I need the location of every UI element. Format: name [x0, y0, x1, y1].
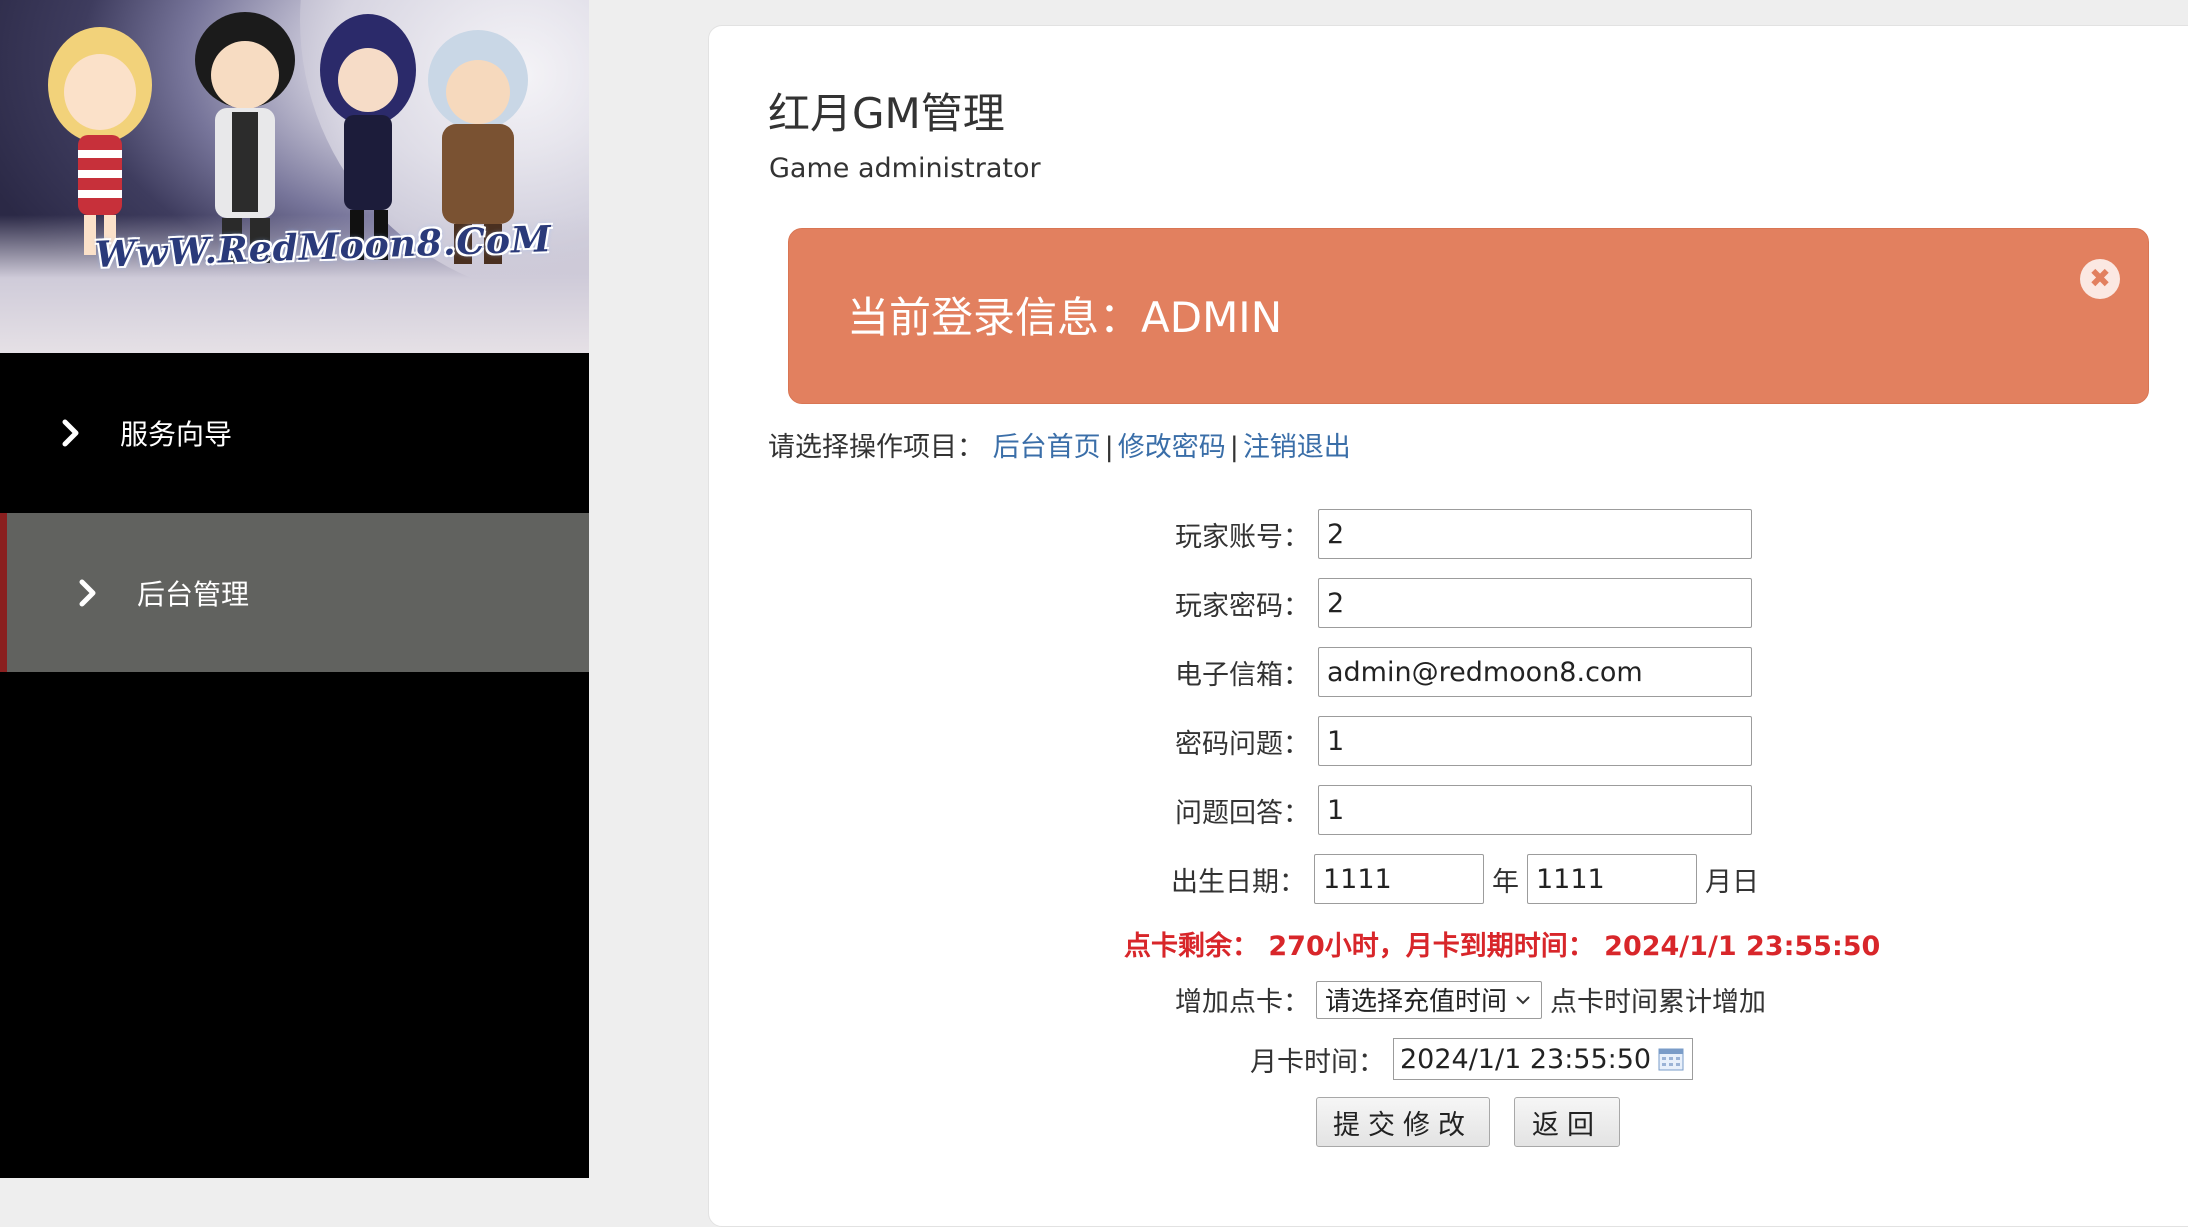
operation-links: 请选择操作项目： 后台首页 | 修改密码 | 注销退出: [768, 425, 1351, 464]
birth-year-input[interactable]: [1314, 854, 1484, 904]
login-info-message: 当前登录信息：ADMIN: [847, 293, 1283, 342]
close-icon[interactable]: ✖: [2080, 259, 2120, 299]
recharge-time-selected: 请选择充值时间: [1325, 987, 1508, 1017]
addcard-label: 增加点卡：: [1175, 987, 1310, 1018]
email-input[interactable]: [1318, 647, 1752, 697]
link-separator: |: [1104, 432, 1114, 463]
button-row: 提交修改 返回: [1316, 1097, 1620, 1147]
answer-row: 问题回答：: [1150, 785, 1752, 835]
account-label: 玩家账号：: [1175, 521, 1310, 553]
sidebar-item-label: 服务向导: [120, 417, 233, 451]
addcard-note: 点卡时间累计增加: [1550, 987, 1766, 1018]
page-subtitle: Game administrator: [769, 153, 1041, 184]
chevron-right-icon: [62, 419, 79, 446]
chevron-right-icon: [79, 579, 96, 606]
question-row: 密码问题：: [1150, 716, 1752, 766]
operation-prefix: 请选择操作项目：: [768, 432, 984, 463]
account-row: 玩家账号：: [1150, 509, 1752, 559]
link-backend-home[interactable]: 后台首页: [993, 432, 1101, 463]
link-logout[interactable]: 注销退出: [1243, 432, 1351, 463]
year-unit-label: 年: [1492, 866, 1519, 898]
sidebar-item-label: 后台管理: [137, 577, 250, 611]
monthday-unit-label: 月日: [1705, 866, 1759, 898]
banner-logo-image: WwW.RedMoon8.CoM: [0, 0, 589, 353]
card-status-text: 点卡剩余： 270小时，月卡到期时间： 2024/1/1 23:55:50: [1124, 931, 1881, 962]
birth-label: 出生日期：: [1171, 866, 1306, 898]
birth-monthday-input[interactable]: [1527, 854, 1697, 904]
password-input[interactable]: [1318, 578, 1752, 628]
page-title: 红月GM管理: [768, 89, 1005, 138]
sidebar: WwW.RedMoon8.CoM 服务向导 后台管理: [0, 0, 589, 1178]
calendar-icon[interactable]: [1658, 1047, 1684, 1071]
submit-button[interactable]: 提交修改: [1316, 1097, 1490, 1147]
monthcard-datetime-input[interactable]: 2024/1/1 23:55:50: [1393, 1038, 1693, 1080]
back-button[interactable]: 返回: [1514, 1097, 1620, 1147]
sidebar-item-service-guide[interactable]: 服务向导: [0, 353, 589, 512]
password-row: 玩家密码：: [1150, 578, 1752, 628]
email-label: 电子信箱：: [1175, 659, 1310, 691]
recharge-time-select[interactable]: 请选择充值时间: [1316, 980, 1542, 1019]
login-info-alert: 当前登录信息：ADMIN ✖: [788, 228, 2149, 404]
monthcard-label: 月卡时间：: [1250, 1046, 1385, 1078]
answer-label: 问题回答：: [1175, 797, 1310, 829]
chevron-down-icon: [1516, 995, 1530, 1004]
question-input[interactable]: [1318, 716, 1752, 766]
link-change-password[interactable]: 修改密码: [1118, 432, 1226, 463]
monthcard-datetime-value: 2024/1/1 23:55:50: [1400, 1043, 1652, 1075]
sidebar-item-backend-management[interactable]: 后台管理: [0, 513, 589, 672]
characters-illustration: [48, 12, 528, 264]
monthcard-row: 月卡时间： 2024/1/1 23:55:50: [1250, 1038, 1693, 1080]
addcard-row: 增加点卡： 请选择充值时间 点卡时间累计增加: [1150, 980, 1766, 1019]
link-separator: |: [1229, 432, 1239, 463]
password-label: 玩家密码：: [1175, 590, 1310, 622]
email-row: 电子信箱：: [1150, 647, 1752, 697]
answer-input[interactable]: [1318, 785, 1752, 835]
question-label: 密码问题：: [1175, 728, 1310, 760]
account-input[interactable]: [1318, 509, 1752, 559]
birth-row: 出生日期： 年 月日: [1146, 854, 1759, 904]
